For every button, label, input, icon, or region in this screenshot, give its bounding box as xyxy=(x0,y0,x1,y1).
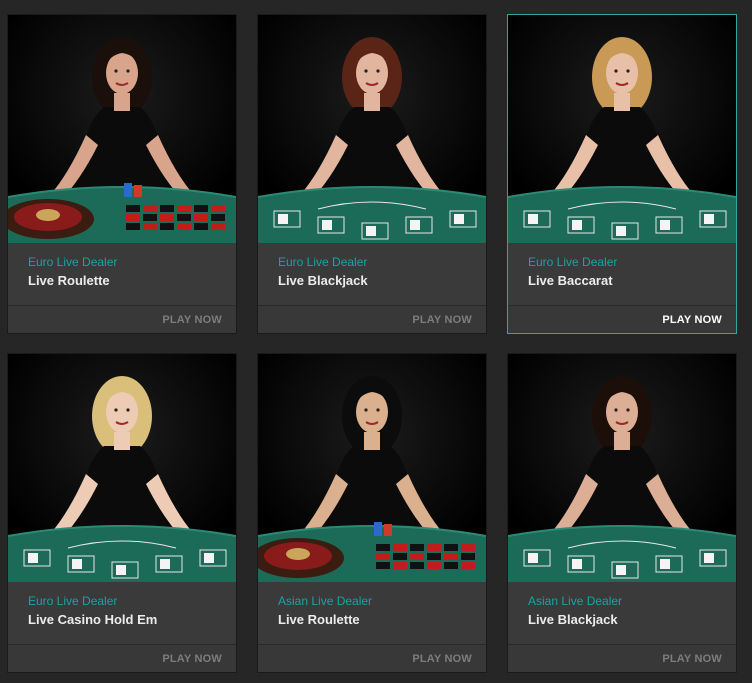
play-bar[interactable]: PLAY NOW xyxy=(8,305,236,333)
dealer-illustration xyxy=(508,354,736,582)
card-info: Euro Live Dealer Live Baccarat xyxy=(508,243,736,305)
live-casino-grid: Euro Live Dealer Live Roulette PLAY NOW … xyxy=(0,0,752,683)
dealer-image xyxy=(258,354,486,582)
dealer-illustration xyxy=(508,15,736,243)
card-info: Asian Live Dealer Live Blackjack xyxy=(508,582,736,644)
game-card-0[interactable]: Euro Live Dealer Live Roulette PLAY NOW xyxy=(7,14,237,334)
game-title: Live Roulette xyxy=(28,273,110,288)
play-now-button[interactable]: PLAY NOW xyxy=(662,314,722,326)
game-card-3[interactable]: Euro Live Dealer Live Casino Hold Em PLA… xyxy=(7,353,237,673)
dealer-illustration xyxy=(258,15,486,243)
game-title: Live Roulette xyxy=(278,612,360,627)
dealer-image xyxy=(508,354,736,582)
play-now-button[interactable]: PLAY NOW xyxy=(662,653,722,665)
card-info: Euro Live Dealer Live Casino Hold Em xyxy=(8,582,236,644)
game-title: Live Blackjack xyxy=(528,612,618,627)
play-bar[interactable]: PLAY NOW xyxy=(258,644,486,672)
play-bar[interactable]: PLAY NOW xyxy=(258,305,486,333)
game-card-1[interactable]: Euro Live Dealer Live Blackjack PLAY NOW xyxy=(257,14,487,334)
category-label: Euro Live Dealer xyxy=(28,255,118,269)
card-info: Asian Live Dealer Live Roulette xyxy=(258,582,486,644)
card-info: Euro Live Dealer Live Blackjack xyxy=(258,243,486,305)
game-card-5[interactable]: Asian Live Dealer Live Blackjack PLAY NO… xyxy=(507,353,737,673)
game-title: Live Baccarat xyxy=(528,273,613,288)
dealer-image xyxy=(258,15,486,243)
dealer-image xyxy=(508,15,736,243)
dealer-illustration xyxy=(8,354,236,582)
category-label: Euro Live Dealer xyxy=(278,255,368,269)
game-card-2[interactable]: Euro Live Dealer Live Baccarat PLAY NOW xyxy=(507,14,737,334)
game-title: Live Blackjack xyxy=(278,273,368,288)
play-now-button[interactable]: PLAY NOW xyxy=(412,653,472,665)
category-label: Euro Live Dealer xyxy=(528,255,618,269)
category-label: Asian Live Dealer xyxy=(278,594,373,608)
play-now-button[interactable]: PLAY NOW xyxy=(162,314,222,326)
game-card-4[interactable]: Asian Live Dealer Live Roulette PLAY NOW xyxy=(257,353,487,673)
dealer-illustration xyxy=(258,354,486,582)
game-title: Live Casino Hold Em xyxy=(28,612,158,627)
play-now-button[interactable]: PLAY NOW xyxy=(162,653,222,665)
play-bar[interactable]: PLAY NOW xyxy=(508,305,736,333)
dealer-illustration xyxy=(8,15,236,243)
play-bar[interactable]: PLAY NOW xyxy=(8,644,236,672)
play-bar[interactable]: PLAY NOW xyxy=(508,644,736,672)
dealer-image xyxy=(8,15,236,243)
play-now-button[interactable]: PLAY NOW xyxy=(412,314,472,326)
card-info: Euro Live Dealer Live Roulette xyxy=(8,243,236,305)
category-label: Euro Live Dealer xyxy=(28,594,118,608)
dealer-image xyxy=(8,354,236,582)
category-label: Asian Live Dealer xyxy=(528,594,623,608)
